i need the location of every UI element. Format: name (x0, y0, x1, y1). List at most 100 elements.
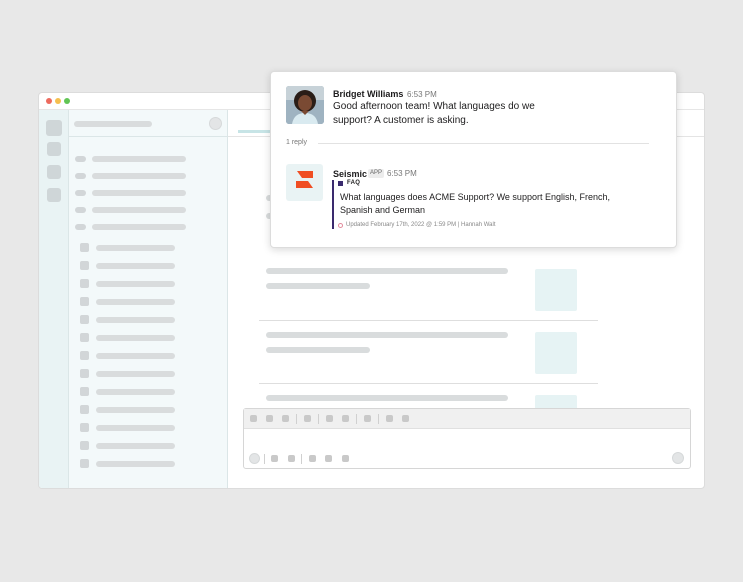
message-author[interactable]: Bridget Williams (333, 89, 403, 99)
shortcuts-icon[interactable] (342, 455, 349, 462)
sidebar-item[interactable] (92, 190, 186, 196)
message-placeholder-line (266, 347, 370, 353)
message-placeholder-line (266, 283, 370, 289)
send-icon[interactable] (672, 452, 684, 464)
channel-sidebar (69, 110, 228, 488)
emoji-icon[interactable] (309, 455, 316, 462)
channel-icon (80, 423, 89, 432)
channel-icon (80, 405, 89, 414)
seismic-mark-icon (296, 171, 313, 188)
channel-item[interactable] (96, 443, 175, 449)
channel-item[interactable] (96, 371, 175, 377)
rail-item[interactable] (47, 165, 61, 179)
sidebar-item[interactable] (92, 173, 186, 179)
channel-item[interactable] (96, 245, 175, 251)
workspace-icon[interactable] (46, 120, 62, 136)
reply-count[interactable]: 1 reply (286, 139, 307, 146)
attachment-accent-bar (332, 180, 334, 229)
code-block-icon[interactable] (402, 415, 409, 422)
sidebar-item[interactable] (92, 156, 186, 162)
channel-icon (80, 441, 89, 450)
faq-answer-text: What languages does ACME Support? We sup… (340, 192, 610, 215)
bold-icon[interactable] (250, 415, 257, 422)
message-timestamp[interactable]: 6:53 PM (407, 90, 437, 99)
channel-icon (80, 243, 89, 252)
toolbar-separator (378, 414, 379, 424)
channel-item[interactable] (96, 425, 175, 431)
avatar-portrait-icon (286, 86, 324, 124)
compose-icon[interactable] (209, 117, 222, 130)
faq-square-icon (338, 181, 343, 186)
ordered-list-icon[interactable] (326, 415, 333, 422)
user-avatar[interactable] (286, 86, 324, 124)
sidebar-item[interactable] (92, 207, 186, 213)
channel-icon (80, 369, 89, 378)
sidebar-item-icon (75, 156, 86, 162)
sidebar-item-icon (75, 190, 86, 196)
strikethrough-icon[interactable] (282, 415, 289, 422)
video-icon[interactable] (271, 455, 278, 462)
message-thumbnail[interactable] (535, 269, 577, 311)
channel-item[interactable] (96, 263, 175, 269)
channel-icon (80, 351, 89, 360)
close-window-icon[interactable] (46, 98, 52, 104)
microphone-icon[interactable] (288, 455, 295, 462)
message-text-line: Good afternoon team! What languages do w… (333, 101, 535, 112)
toolbar-separator (296, 414, 297, 424)
code-icon[interactable] (386, 415, 393, 422)
message-thumbnail[interactable] (535, 332, 577, 374)
quote-icon[interactable] (364, 415, 371, 422)
message-placeholder-line (266, 268, 508, 274)
channel-item[interactable] (96, 353, 175, 359)
app-badge: APP (368, 169, 385, 178)
workspace-rail (39, 110, 69, 488)
add-attachment-icon[interactable] (249, 453, 260, 464)
rail-item[interactable] (47, 188, 61, 202)
workspace-name-placeholder (74, 121, 152, 127)
sidebar-item-icon (75, 173, 86, 179)
reply-timestamp[interactable]: 6:53 PM (387, 169, 417, 178)
channel-tab[interactable] (238, 130, 272, 133)
sidebar-item-icon (75, 207, 86, 213)
message-divider (259, 383, 598, 384)
channel-icon (80, 315, 89, 324)
faq-label: FAQ (347, 180, 361, 186)
message-placeholder-line (266, 332, 508, 338)
channel-icon (80, 333, 89, 342)
channel-item[interactable] (96, 407, 175, 413)
formatting-toolbar (244, 409, 690, 429)
clock-icon (338, 223, 343, 228)
sidebar-header (69, 110, 227, 137)
channel-icon (80, 387, 89, 396)
channel-item[interactable] (96, 281, 175, 287)
thread-popup: Bridget Williams 6:53 PM Good afternoon … (270, 71, 677, 248)
sidebar-item[interactable] (92, 224, 186, 230)
reply-author[interactable]: Seismic (333, 169, 367, 179)
channel-icon (80, 261, 89, 270)
toolbar-separator (318, 414, 319, 424)
mention-icon[interactable] (325, 455, 332, 462)
minimize-window-icon[interactable] (55, 98, 61, 104)
toolbar-separator (264, 454, 265, 464)
channel-item[interactable] (96, 335, 175, 341)
message-composer[interactable] (243, 408, 691, 469)
link-icon[interactable] (304, 415, 311, 422)
toolbar-separator (356, 414, 357, 424)
updated-info: Updated February 17th, 2022 @ 1:59 PM | … (346, 222, 496, 228)
reply-divider (318, 143, 649, 144)
channel-item[interactable] (96, 389, 175, 395)
channel-item[interactable] (96, 461, 175, 467)
italic-icon[interactable] (266, 415, 273, 422)
sidebar-item-icon (75, 224, 86, 230)
channel-item[interactable] (96, 317, 175, 323)
channel-icon (80, 279, 89, 288)
bullet-list-icon[interactable] (342, 415, 349, 422)
seismic-logo-icon[interactable] (286, 164, 323, 201)
rail-item[interactable] (47, 142, 61, 156)
message-text-line: support? A customer is asking. (333, 115, 469, 126)
channel-icon (80, 459, 89, 468)
message-divider (259, 320, 598, 321)
toolbar-separator (301, 454, 302, 464)
channel-item[interactable] (96, 299, 175, 305)
maximize-window-icon[interactable] (64, 98, 70, 104)
